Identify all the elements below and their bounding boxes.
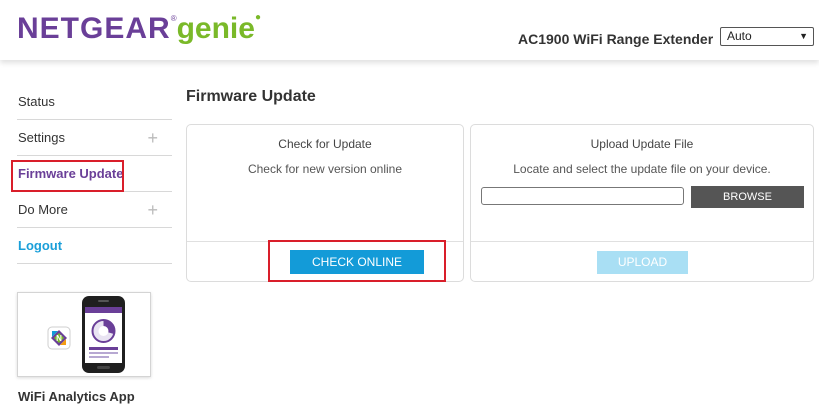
page-title: Firmware Update	[186, 88, 316, 105]
sidebar-item-label: Do More	[18, 202, 68, 217]
upload-panel-heading: Upload Update File	[590, 137, 694, 151]
language-select-value: Auto	[727, 29, 752, 43]
sidebar-item-settings[interactable]: Settings +	[17, 120, 172, 156]
logo-registered-mark: ®	[170, 14, 177, 23]
upload-panel-subtext: Locate and select the update file on you…	[513, 162, 771, 176]
highlight-box-check-online	[268, 240, 446, 282]
sidebar-item-label: Logout	[18, 238, 63, 253]
device-name: AC1900 WiFi Range Extender	[518, 31, 714, 47]
phone-app-illustration-icon: N	[47, 296, 125, 373]
upload-update-file-panel: Upload Update File Locate and select the…	[470, 124, 814, 282]
panel-divider	[471, 241, 813, 242]
browse-button[interactable]: BROWSE	[691, 186, 804, 208]
phone-icon	[82, 296, 125, 373]
genie-app-icon: N	[47, 326, 71, 350]
svg-text:N: N	[56, 334, 62, 343]
sidebar-item-status[interactable]: Status	[17, 84, 172, 120]
sidebar-item-label: Status	[18, 94, 55, 109]
sidebar-item-label: Settings	[18, 130, 65, 145]
language-select[interactable]: Auto ▼	[720, 27, 814, 46]
wifi-analytics-app-label: WiFi Analytics App	[18, 389, 135, 404]
netgear-genie-logo[interactable]: NETGEAR®genie●	[17, 12, 261, 48]
highlight-box-firmware-update	[11, 160, 124, 192]
update-file-input[interactable]	[481, 187, 684, 205]
logo-product: genie	[176, 12, 255, 45]
sidebar-item-logout[interactable]: Logout	[17, 228, 172, 264]
logo-brand: NETGEAR	[17, 12, 171, 45]
upload-button[interactable]: UPLOAD	[597, 251, 688, 274]
wifi-analytics-app-card[interactable]: N	[17, 292, 151, 377]
check-panel-subtext: Check for new version online	[247, 162, 403, 176]
sidebar-item-do-more[interactable]: Do More +	[17, 192, 172, 228]
expand-plus-icon[interactable]: +	[147, 192, 158, 228]
dropdown-arrow-icon: ▼	[799, 31, 808, 41]
header: NETGEAR®genie● AC1900 WiFi Range Extende…	[0, 0, 819, 60]
expand-plus-icon[interactable]: +	[147, 120, 158, 156]
logo-dot-icon: ●	[254, 12, 261, 23]
check-panel-heading: Check for Update	[278, 137, 372, 151]
